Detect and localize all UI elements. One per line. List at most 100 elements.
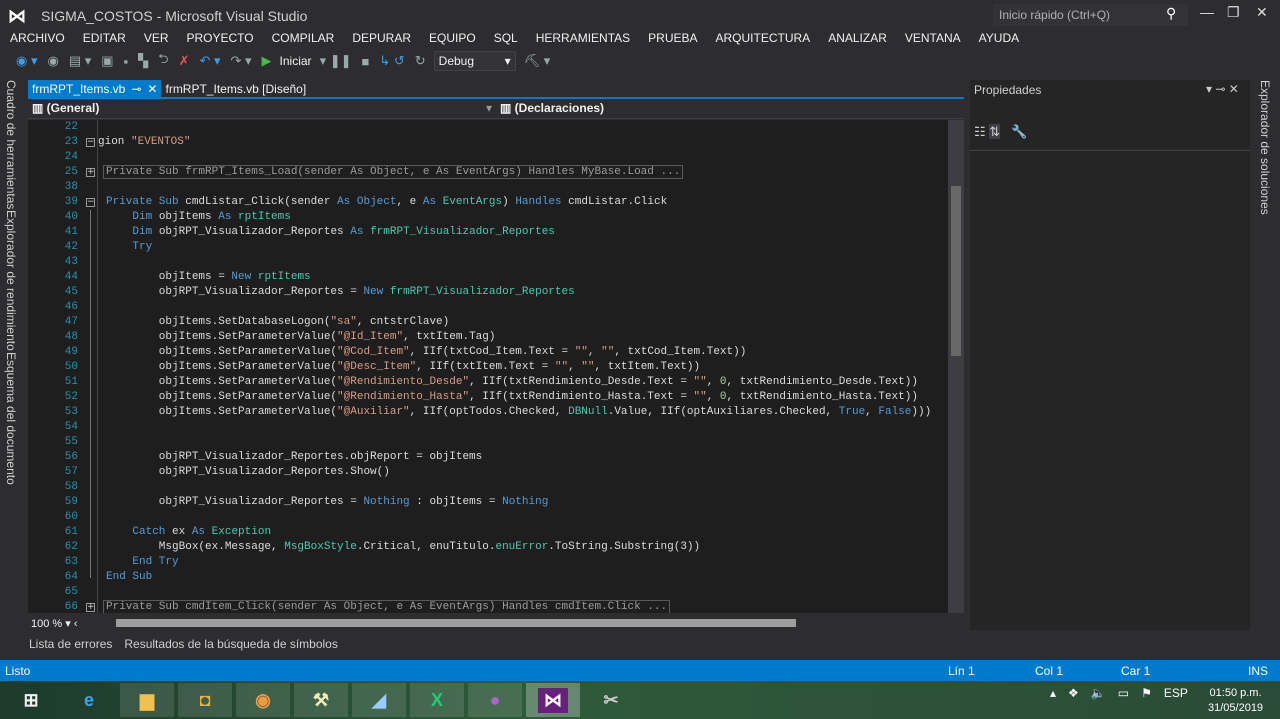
code-line[interactable]: 41 Dim objRPT_Visualizador_Reportes As f… — [28, 225, 948, 240]
flag-icon[interactable]: ⚑ — [1141, 686, 1152, 700]
menu-sql[interactable]: SQL — [484, 30, 526, 48]
close-tab-icon[interactable]: ✕ — [147, 82, 157, 96]
forward-icon[interactable]: ◉ — [45, 53, 60, 69]
class-dropdown[interactable]: ▥ (General) — [32, 101, 99, 115]
menu-ver[interactable]: VER — [134, 30, 177, 48]
collapsed-region[interactable]: Private Sub frmRPT_Items_Load(sender As … — [103, 165, 684, 179]
code-line[interactable]: 50 objItems.SetParameterValue("@Desc_Ite… — [28, 360, 948, 375]
tab-toolbox[interactable]: Cuadro de herramientas — [4, 80, 18, 209]
windows-start-icon[interactable]: ⊞ — [4, 683, 58, 717]
show-hidden-icons[interactable]: ▴ — [1050, 686, 1056, 700]
comment-icon[interactable]: ⮌ — [156, 50, 170, 72]
tools-icon[interactable]: ⚒ — [294, 683, 348, 717]
code-line[interactable]: 25 + Private Sub frmRPT_Items_Load(sender … — [28, 165, 948, 180]
code-line[interactable]: 57 objRPT_Visualizador_Reportes.Show() — [28, 465, 948, 480]
code-line[interactable]: 51 objItems.SetParameterValue("@Rendimie… — [28, 375, 948, 390]
expand-icon[interactable]: + — [86, 168, 95, 177]
clock[interactable]: 01:50 p.m. 31/05/2019 — [1208, 686, 1263, 716]
code-line[interactable]: 61 Catch ex As Exception — [28, 525, 948, 540]
snipping-tool-icon[interactable]: ✂ — [584, 683, 638, 717]
menu-editar[interactable]: EDITAR — [73, 30, 134, 48]
menu-depurar[interactable]: DEPURAR — [342, 30, 419, 48]
quick-launch-input[interactable]: Inicio rápido (Ctrl+Q) — [993, 4, 1188, 26]
file-explorer-icon[interactable]: ▆ — [120, 683, 174, 717]
code-line[interactable]: 39− Private Sub cmdListar_Click(sender As… — [28, 195, 948, 210]
code-line[interactable]: 58 — [28, 480, 948, 495]
tab-solution-explorer[interactable]: Explorador de soluciones — [1258, 80, 1272, 215]
zoom-level[interactable]: 100 % ▾ ‹ — [31, 617, 78, 630]
menu-ventana[interactable]: VENTANA — [895, 30, 969, 48]
code-line[interactable]: 24 — [28, 150, 948, 165]
code-line[interactable]: 59 objRPT_Visualizador_Reportes = Nothin… — [28, 495, 948, 510]
tab-designer[interactable]: frmRPT_Items.vb [Diseño] — [161, 80, 310, 98]
language-indicator[interactable]: ESP — [1164, 686, 1188, 700]
menu-compilar[interactable]: COMPILAR — [262, 30, 343, 48]
code-line[interactable]: 40 Dim objItems As rptItems — [28, 210, 948, 225]
code-line[interactable]: 62 MsgBox(ex.Message, MsgBoxStyle.Critic… — [28, 540, 948, 555]
code-line[interactable]: 53 objItems.SetParameterValue("@Auxiliar… — [28, 405, 948, 420]
code-line[interactable]: 48 objItems.SetParameterValue("@Id_Item"… — [28, 330, 948, 345]
new-project-icon[interactable]: ▤ ▾ — [67, 53, 93, 69]
code-line[interactable]: 64 End Sub — [28, 570, 948, 585]
chrome-icon[interactable]: ◉ — [236, 683, 290, 717]
find-in-files-icon[interactable]: ⛏ ▾ — [522, 53, 553, 69]
panel-controls[interactable]: ▾ ⊸ ✕ — [1206, 82, 1239, 96]
chevron-down-icon[interactable]: ▾ — [486, 101, 492, 115]
uncomment-icon[interactable]: ✗ — [177, 53, 192, 69]
pin-icon[interactable]: ⊸ — [131, 82, 141, 96]
code-line[interactable]: 43 — [28, 255, 948, 270]
alphabetical-icon[interactable]: ⇅ — [989, 124, 1001, 139]
menu-equipo[interactable]: EQUIPO — [419, 30, 484, 48]
code-line[interactable]: 38 — [28, 180, 948, 195]
code-line[interactable]: 65 — [28, 585, 948, 600]
redo-icon[interactable]: ↷ ▾ — [229, 53, 254, 69]
internet-explorer-icon[interactable]: e — [62, 683, 116, 717]
start-button[interactable]: Iniciar — [280, 54, 312, 68]
categorized-icon[interactable]: ☷ — [974, 124, 986, 139]
properties-page-icon[interactable]: 🔧 — [1011, 124, 1027, 139]
restart-icon[interactable]: ↻ — [413, 53, 428, 69]
expand-icon[interactable]: + — [86, 603, 95, 612]
collapse-icon[interactable]: − — [86, 198, 95, 207]
tab-symbol-results[interactable]: Resultados de la búsqueda de símbolos — [124, 637, 337, 651]
horizontal-scroll-thumb[interactable] — [116, 619, 796, 627]
member-dropdown[interactable]: ▥ (Declaraciones) — [500, 101, 604, 115]
code-line[interactable]: 52 objItems.SetParameterValue("@Rendimie… — [28, 390, 948, 405]
volume-icon[interactable]: 🔈 — [1091, 686, 1106, 700]
pause-icon[interactable]: ▾ ❚❚ — [318, 53, 354, 69]
code-line[interactable]: 45 objRPT_Visualizador_Reportes = New fr… — [28, 285, 948, 300]
menu-analizar[interactable]: ANALIZAR — [818, 30, 895, 48]
vertical-scroll-thumb[interactable] — [951, 186, 961, 356]
menu-ayuda[interactable]: AYUDA — [969, 30, 1027, 48]
code-line[interactable]: 55 — [28, 435, 948, 450]
code-line[interactable]: 60 — [28, 510, 948, 525]
code-line[interactable]: 49 objItems.SetParameterValue("@Cod_Item… — [28, 345, 948, 360]
network-icon[interactable]: ▭ — [1118, 686, 1129, 700]
collapse-icon[interactable]: − — [86, 138, 95, 147]
undo-icon[interactable]: ↶ ▾ — [197, 53, 222, 69]
close-button[interactable]: ✕ — [1256, 4, 1268, 21]
tab-code-file[interactable]: frmRPT_Items.vb ⊸ ✕ — [28, 80, 162, 98]
save-all-icon[interactable]: ▚ — [136, 53, 150, 69]
minimize-button[interactable]: — — [1200, 4, 1214, 20]
menu-proyecto[interactable]: PROYECTO — [177, 30, 262, 48]
code-line[interactable]: 42 Try — [28, 240, 948, 255]
code-line[interactable]: 66 + Private Sub cmdItem_Click(sender As O… — [28, 600, 948, 613]
app-icon[interactable]: ◘ — [178, 683, 232, 717]
code-line[interactable]: 63 End Try — [28, 555, 948, 570]
menu-archivo[interactable]: ARCHIVO — [0, 30, 73, 48]
tab-performance-explorer[interactable]: Explorador de rendimiento — [4, 210, 18, 351]
menu-prueba[interactable]: PRUEBA — [638, 30, 705, 48]
stop-icon[interactable]: ■ — [360, 54, 372, 69]
maximize-button[interactable]: ❐ — [1227, 4, 1240, 21]
step-icon[interactable]: ↳ ↺ — [377, 53, 406, 69]
code-line[interactable]: 22 — [28, 120, 948, 135]
back-icon[interactable]: ◉ ▾ — [14, 53, 39, 69]
code-line[interactable]: 46 — [28, 300, 948, 315]
code-line[interactable]: 47 objItems.SetDatabaseLogon("sa", cntst… — [28, 315, 948, 330]
save-icon[interactable]: ▪ — [122, 54, 131, 69]
app-icon[interactable]: ◢ — [352, 683, 406, 717]
tab-document-outline[interactable]: Esquema del documento — [4, 352, 18, 485]
open-icon[interactable]: ▣ — [99, 53, 115, 69]
search-icon[interactable]: ⚲ — [1166, 5, 1176, 22]
